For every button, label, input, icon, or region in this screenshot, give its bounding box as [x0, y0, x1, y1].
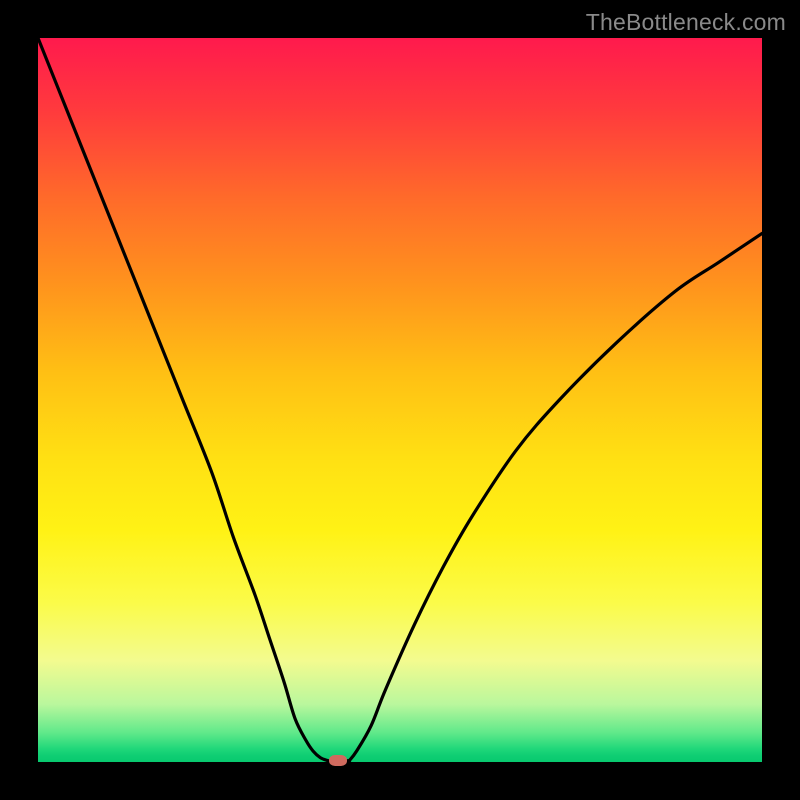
outer-frame: TheBottleneck.com — [0, 0, 800, 800]
bottleneck-curve — [38, 38, 762, 762]
curve-path — [38, 38, 762, 761]
plot-area — [38, 38, 762, 762]
watermark-text: TheBottleneck.com — [586, 9, 786, 36]
min-marker — [329, 755, 347, 766]
